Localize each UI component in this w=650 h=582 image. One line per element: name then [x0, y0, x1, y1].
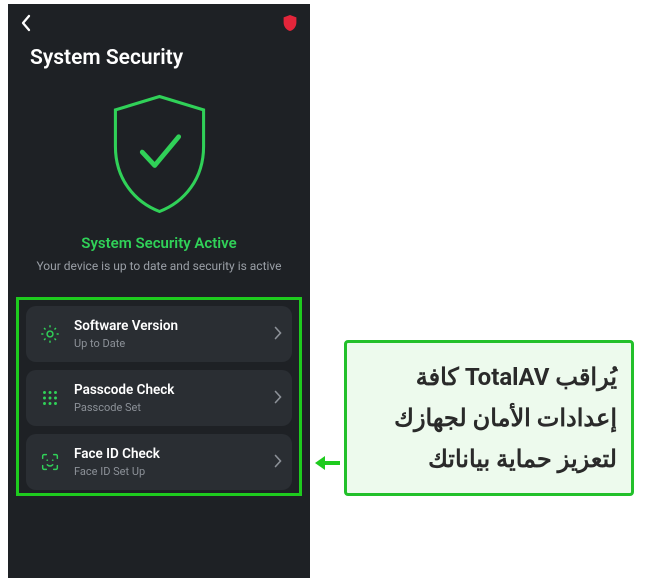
card-title: Software Version: [74, 318, 262, 334]
chevron-right-icon: [274, 453, 282, 472]
card-sub: Up to Date: [74, 337, 262, 350]
back-button[interactable]: [20, 14, 32, 36]
gear-icon: [38, 322, 62, 346]
card-sub: Passcode Set: [74, 401, 262, 414]
chevron-right-icon: [274, 389, 282, 408]
chevron-left-icon: [20, 14, 32, 32]
annotation-arrow-icon: [315, 454, 341, 472]
keypad-icon: [38, 386, 62, 410]
annotation-callout: يُراقب TotalAV كافة إعدادات الأمان لجهاز…: [344, 340, 634, 496]
card-software-version[interactable]: Software Version Up to Date: [26, 306, 292, 362]
faceid-icon: [38, 450, 62, 474]
status-title: System Security Active: [8, 234, 310, 252]
status-subtitle: Your device is up to date and security i…: [8, 252, 310, 293]
shield-graphic: [8, 84, 310, 234]
card-title: Passcode Check: [74, 382, 262, 398]
security-checks-highlight: Software Version Up to Date Passcode Che…: [16, 297, 302, 496]
shield-check-icon: [102, 90, 217, 218]
top-bar: [8, 4, 310, 42]
app-logo-icon: [282, 14, 298, 36]
card-passcode-check[interactable]: Passcode Check Passcode Set: [26, 370, 292, 426]
card-title: Face ID Check: [74, 446, 262, 462]
card-faceid-check[interactable]: Face ID Check Face ID Set Up: [26, 434, 292, 490]
card-sub: Face ID Set Up: [74, 465, 262, 478]
app-screen: System Security System Security Active Y…: [8, 4, 310, 578]
chevron-right-icon: [274, 325, 282, 344]
page-title: System Security: [8, 42, 310, 84]
